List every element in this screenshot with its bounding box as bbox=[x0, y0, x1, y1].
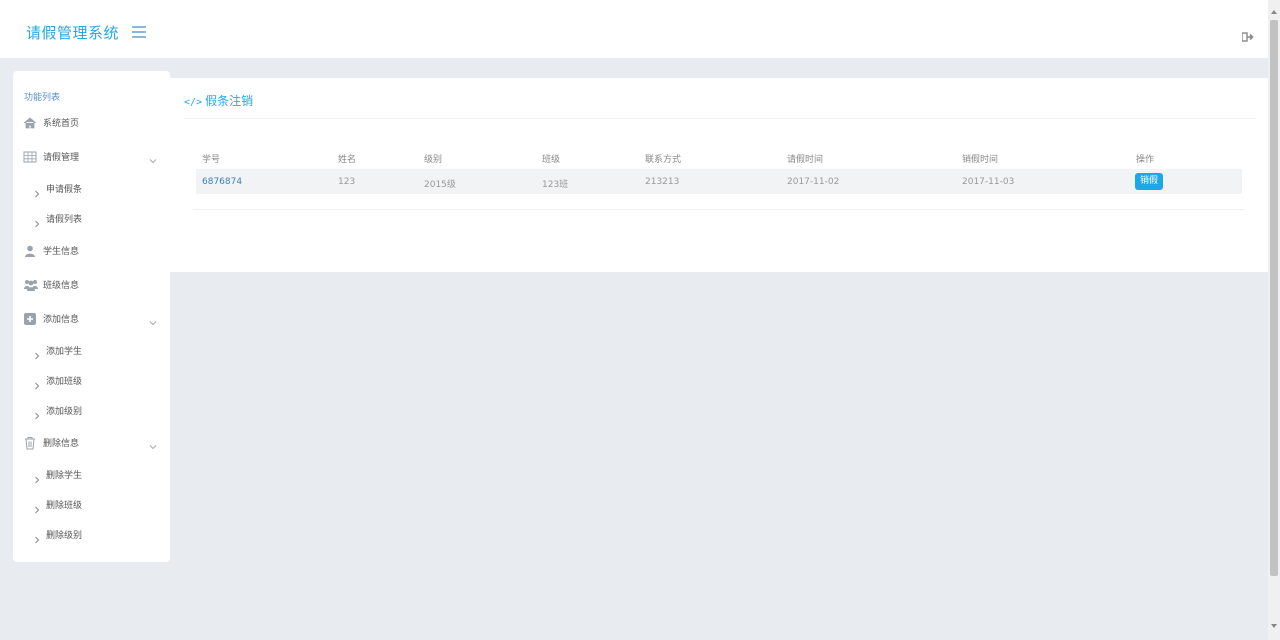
scroll-down-arrow-icon[interactable] bbox=[1271, 624, 1277, 628]
sidebar-subitem-label: 添加级别 bbox=[46, 407, 83, 417]
column-header-name: 姓名 bbox=[338, 155, 357, 165]
sidebar-subitem-label: 添加学生 bbox=[46, 347, 83, 357]
top-bar: 请假管理系统 bbox=[0, 0, 1268, 58]
chevron-right-icon bbox=[33, 405, 41, 420]
sidebar-subitem-label: 删除班级 bbox=[46, 501, 83, 511]
sidebar-item-add-info[interactable]: 添加信息 bbox=[13, 305, 170, 331]
sidebar-item-label: 学生信息 bbox=[43, 247, 80, 257]
sidebar-item-student-info[interactable]: 学生信息 bbox=[13, 237, 170, 263]
sidebar-subitem-apply-leave[interactable]: 申请假条 bbox=[13, 177, 170, 199]
cell-class: 123班 bbox=[542, 180, 569, 190]
chevron-right-icon bbox=[33, 499, 41, 514]
trash-icon bbox=[23, 435, 37, 450]
app-brand[interactable]: 请假管理系统 bbox=[26, 22, 119, 43]
sidebar-subitem-delete-class[interactable]: 删除班级 bbox=[13, 493, 170, 515]
cell-return-time: 2017-11-03 bbox=[962, 177, 1015, 187]
divider bbox=[184, 118, 1256, 119]
scroll-thumb[interactable] bbox=[1270, 20, 1278, 576]
sidebar-item-label: 添加信息 bbox=[43, 315, 80, 325]
cell-name: 123 bbox=[338, 177, 356, 187]
column-header-return-time: 销假时间 bbox=[962, 155, 999, 165]
chevron-down-icon bbox=[149, 150, 157, 164]
sidebar-item-label: 班级信息 bbox=[43, 281, 80, 291]
divider bbox=[193, 209, 1245, 210]
sidebar-subitem-label: 删除级别 bbox=[46, 531, 83, 541]
column-header-class: 班级 bbox=[542, 155, 561, 165]
chevron-down-icon bbox=[149, 312, 157, 326]
cell-leave-time: 2017-11-02 bbox=[787, 177, 840, 187]
sidebar-item-label: 请假管理 bbox=[43, 153, 80, 163]
chevron-right-icon bbox=[33, 469, 41, 484]
sidebar-subitem-add-student[interactable]: 添加学生 bbox=[13, 339, 170, 361]
sidebar-subitem-delete-level[interactable]: 删除级别 bbox=[13, 523, 170, 545]
sidebar-section-title: 功能列表 bbox=[24, 93, 61, 103]
user-icon bbox=[23, 243, 37, 257]
column-header-contact: 联系方式 bbox=[645, 155, 682, 165]
chevron-right-icon bbox=[33, 183, 41, 198]
sidebar-subitem-label: 请假列表 bbox=[46, 215, 83, 225]
sidebar-subitem-label: 申请假条 bbox=[46, 185, 83, 195]
code-icon: </> bbox=[184, 97, 203, 108]
sidebar-item-label: 删除信息 bbox=[43, 439, 80, 449]
scroll-up-arrow-icon[interactable] bbox=[1271, 10, 1277, 14]
cell-student-id[interactable]: 6876874 bbox=[202, 177, 242, 187]
sidebar-subitem-delete-student[interactable]: 删除学生 bbox=[13, 463, 170, 485]
sign-out-icon[interactable] bbox=[1241, 27, 1254, 42]
sidebar-item-class-info[interactable]: 班级信息 bbox=[13, 271, 170, 297]
sidebar-subitem-label: 添加班级 bbox=[46, 377, 83, 387]
chevron-right-icon bbox=[33, 213, 41, 228]
page-title-text: 假条注销 bbox=[205, 94, 254, 108]
cancel-leave-button[interactable]: 销假 bbox=[1135, 173, 1164, 190]
sidebar: 功能列表 系统首页 请假管理 申请假条 请假列表 学生信息 班级信息 添加信息 … bbox=[13, 71, 170, 562]
sidebar-item-label: 系统首页 bbox=[43, 119, 80, 129]
vertical-scrollbar[interactable] bbox=[1268, 0, 1280, 640]
column-header-action: 操作 bbox=[1136, 155, 1155, 165]
column-header-id: 学号 bbox=[202, 155, 221, 165]
plus-square-icon bbox=[23, 311, 37, 325]
sidebar-item-home[interactable]: 系统首页 bbox=[13, 109, 170, 135]
main-panel: </> 假条注销 学号 姓名 级别 班级 联系方式 请假时间 销假时间 操作 68… bbox=[170, 78, 1268, 272]
table-row: 6876874 123 2015级 123班 213213 2017-11-02… bbox=[196, 169, 1242, 194]
cell-level: 2015级 bbox=[424, 180, 456, 190]
column-header-level: 级别 bbox=[424, 155, 443, 165]
table-header: 学号 姓名 级别 班级 联系方式 请假时间 销假时间 操作 bbox=[196, 147, 1242, 169]
page-title: </> 假条注销 bbox=[184, 92, 253, 109]
cell-contact: 213213 bbox=[645, 177, 680, 187]
leave-table: 学号 姓名 级别 班级 联系方式 请假时间 销假时间 操作 6876874 12… bbox=[196, 147, 1242, 194]
table-icon bbox=[23, 149, 37, 163]
home-icon bbox=[23, 115, 37, 129]
sidebar-subitem-add-level[interactable]: 添加级别 bbox=[13, 399, 170, 421]
chevron-down-icon bbox=[149, 436, 157, 450]
sidebar-subitem-add-class[interactable]: 添加班级 bbox=[13, 369, 170, 391]
column-header-leave-time: 请假时间 bbox=[787, 155, 824, 165]
list-icon[interactable] bbox=[132, 26, 146, 38]
sidebar-item-delete-info[interactable]: 删除信息 bbox=[13, 429, 170, 455]
group-icon bbox=[23, 277, 38, 291]
sidebar-item-leave-management[interactable]: 请假管理 bbox=[13, 143, 170, 169]
sidebar-subitem-label: 删除学生 bbox=[46, 471, 83, 481]
sidebar-subitem-leave-list[interactable]: 请假列表 bbox=[13, 207, 170, 229]
chevron-right-icon bbox=[33, 375, 41, 390]
chevron-right-icon bbox=[33, 345, 41, 360]
chevron-right-icon bbox=[33, 529, 41, 544]
